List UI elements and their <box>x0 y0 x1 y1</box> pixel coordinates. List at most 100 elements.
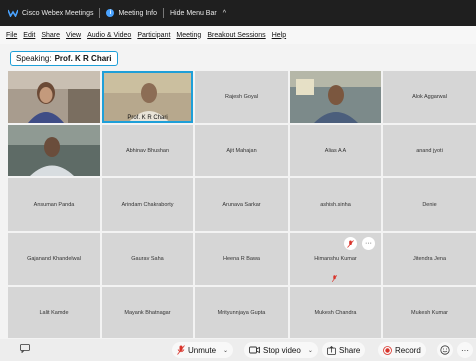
participant-name: ashish.sinha <box>320 201 351 208</box>
menu-edit[interactable]: Edit <box>23 32 35 39</box>
more-icon: ··· <box>461 345 469 355</box>
speaking-indicator: Speaking: Prof. K R Chari <box>10 51 118 66</box>
participant-tile[interactable]: Jitendra Jena <box>383 233 476 285</box>
participant-tile[interactable]: Alok Aggarwal <box>383 71 476 123</box>
participant-tile[interactable]: Gajanand Khandelwal <box>8 233 100 285</box>
participant-video-feed <box>290 71 381 123</box>
more-icon: ··· <box>365 240 372 247</box>
stop-video-button[interactable]: Stop video ⌄ <box>244 342 318 358</box>
speaker-name: Prof. K R Chari <box>54 54 112 63</box>
participant-name: Alias A A <box>324 147 347 154</box>
muted-mic-icon <box>177 345 185 355</box>
menu-meeting[interactable]: Meeting <box>176 32 201 39</box>
participant-tile-video[interactable] <box>290 71 381 123</box>
smiley-icon <box>440 345 450 355</box>
more-options-button[interactable]: ··· <box>457 342 473 358</box>
participant-name: Mukesh Chandra <box>314 309 357 316</box>
participant-name: Abhinav Bhushan <box>125 147 170 154</box>
participant-tile[interactable]: Lalit Kamde <box>8 287 100 338</box>
participant-name: Himanshu Kumar <box>314 256 357 262</box>
share-screen-icon <box>327 345 336 355</box>
participant-name: Mayank Bhatnagar <box>124 309 171 316</box>
meeting-info-label: Meeting Info <box>118 9 157 17</box>
participant-name: Arunava Sarkar <box>222 201 261 208</box>
menu-breakout-sessions[interactable]: Breakout Sessions <box>207 32 265 39</box>
video-camera-icon <box>249 346 260 354</box>
chevron-down-icon[interactable]: ⌄ <box>223 347 228 354</box>
participant-name: Prof. K R Chari <box>127 115 168 121</box>
title-divider <box>99 8 101 18</box>
menu-bar: File Edit Share View Audio & Video Parti… <box>0 26 476 44</box>
participant-name: Gajanand Khandelwal <box>27 256 81 262</box>
share-button[interactable]: Share <box>322 342 366 358</box>
unmute-label: Unmute <box>188 345 217 355</box>
participant-name: Alok Aggarwal <box>412 94 447 100</box>
participant-tile-video[interactable] <box>8 71 100 123</box>
participant-name: anand jyoti <box>416 147 443 154</box>
record-label: Record <box>395 345 421 355</box>
menu-audio-video[interactable]: Audio & Video <box>87 32 131 39</box>
participant-tile[interactable]: Alias A A <box>290 125 381 176</box>
participant-tile[interactable]: Gaurav Saha <box>102 233 193 285</box>
muted-mic-button[interactable] <box>344 237 357 250</box>
app-name: Cisco Webex Meetings <box>22 9 94 17</box>
webex-meeting-window: Cisco Webex Meetings i Meeting Info Hide… <box>0 0 476 361</box>
record-icon <box>383 345 392 355</box>
app-title: Cisco Webex Meetings <box>8 9 93 17</box>
participant-name: Ajit Mahajan <box>226 147 257 154</box>
participant-tile[interactable]: Denie <box>383 178 476 231</box>
unmute-button[interactable]: Unmute ⌄ <box>172 342 234 358</box>
menu-help[interactable]: Help <box>272 32 286 39</box>
participant-name: Denie <box>422 201 437 208</box>
participant-name: Lalit Kamde <box>39 309 69 316</box>
participant-tile[interactable]: Arunava Sarkar <box>195 178 288 231</box>
participant-name: Ansuman Panda <box>33 201 75 208</box>
chevron-up-icon: ^ <box>222 9 226 17</box>
participant-tile[interactable]: ashish.sinha <box>290 178 381 231</box>
hide-menu-bar-label: Hide Menu Bar <box>170 9 217 17</box>
participant-name: Jitendra Jena <box>412 256 447 262</box>
participant-name: Heena R Bawa <box>223 256 260 262</box>
webex-logo-icon <box>8 9 18 17</box>
participant-name: Arindam Chakraborty <box>121 201 174 208</box>
participant-tile[interactable]: Ajit Mahajan <box>195 125 288 176</box>
participant-video-feed <box>8 125 100 176</box>
participant-tile[interactable]: Mukesh Chandra <box>290 287 381 338</box>
participant-video-feed <box>8 71 100 123</box>
meeting-controls-bar: Unmute ⌄ Stop video ⌄ Share Record ··· <box>0 339 476 361</box>
share-label: Share <box>339 345 361 355</box>
participant-tile[interactable]: Mukesh Kumar <box>383 287 476 338</box>
info-icon: i <box>106 9 115 17</box>
chevron-down-icon[interactable]: ⌄ <box>308 347 313 354</box>
menu-participant[interactable]: Participant <box>137 32 170 39</box>
more-options-button[interactable]: ··· <box>362 237 375 250</box>
participant-tile[interactable]: Mayank Bhatnagar <box>102 287 193 338</box>
participant-tile[interactable]: ··· Himanshu Kumar <box>290 233 381 285</box>
muted-mic-icon <box>347 239 354 248</box>
reactions-button[interactable] <box>437 342 453 358</box>
participant-tile[interactable]: Heena R Bawa <box>195 233 288 285</box>
title-bar: Cisco Webex Meetings i Meeting Info Hide… <box>0 0 476 26</box>
hide-menu-bar-button[interactable]: Hide Menu Bar ^ <box>170 10 226 17</box>
menu-view[interactable]: View <box>66 32 81 39</box>
participant-tile[interactable]: Abhinav Bhushan <box>102 125 193 176</box>
participant-tile[interactable]: Mrityunnjaya Gupta <box>195 287 288 338</box>
speaking-label: Speaking: <box>16 54 52 63</box>
participant-name: Mrityunnjaya Gupta <box>217 309 266 316</box>
participant-name: Gaurav Saha <box>131 256 164 262</box>
menu-share[interactable]: Share <box>41 32 60 39</box>
menu-file[interactable]: File <box>6 32 17 39</box>
participant-name: Rajesh Goyal <box>224 94 259 100</box>
record-button[interactable]: Record <box>378 342 426 358</box>
participant-tile[interactable]: anand jyoti <box>383 125 476 176</box>
participant-grid: Prof. K R Chari Rajesh Goyal Alok Aggarw… <box>8 71 476 339</box>
participant-tile-video[interactable]: Prof. K R Chari <box>102 71 193 123</box>
participant-tile[interactable]: Arindam Chakraborty <box>102 178 193 231</box>
participant-tile[interactable]: Rajesh Goyal <box>195 71 288 123</box>
chat-icon[interactable] <box>20 344 30 353</box>
meeting-info-button[interactable]: i Meeting Info <box>106 9 157 17</box>
title-divider <box>163 8 164 18</box>
participant-tile[interactable]: Ansuman Panda <box>8 178 100 231</box>
participant-name: Mukesh Kumar <box>411 309 448 316</box>
participant-tile-video[interactable] <box>8 125 100 176</box>
